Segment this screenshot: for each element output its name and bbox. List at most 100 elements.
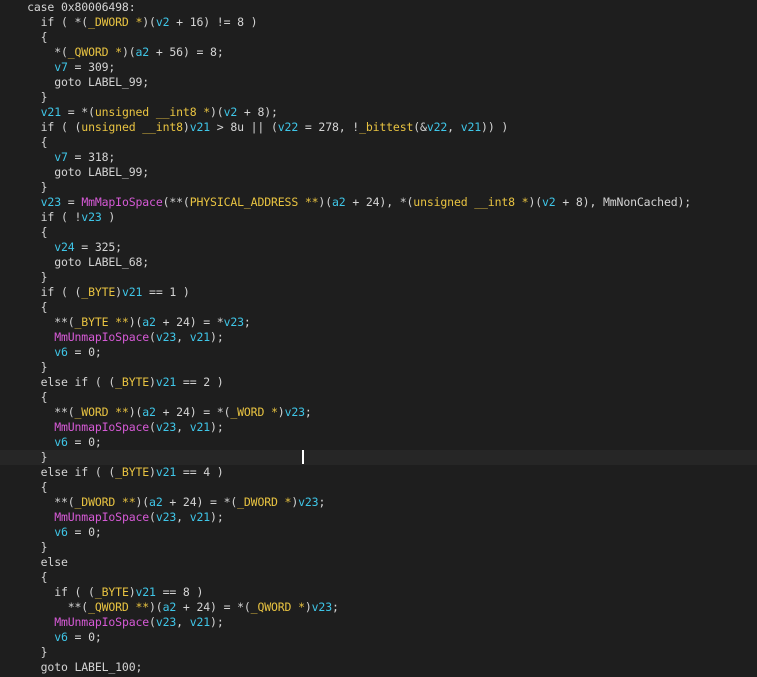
code-line[interactable]: } (0, 90, 757, 105)
code-token-func: MmMapIoSpace (81, 195, 163, 209)
code-line[interactable]: if ( (_BYTE)v21 == 8 ) (0, 585, 757, 600)
code-line[interactable]: if ( (unsigned __int8)v21 > 8u || (v22 =… (0, 120, 757, 135)
code-line[interactable]: else if ( (_BYTE)v21 == 2 ) (0, 375, 757, 390)
code-token-plain: ) (149, 375, 156, 389)
code-token-plain: goto LABEL_100; (0, 660, 143, 674)
code-line[interactable]: case 0x80006498: (0, 0, 757, 15)
code-token-type: PHYSICAL_ADDRESS ** (189, 195, 319, 209)
code-token-plain: ); (210, 615, 224, 629)
code-token-plain: if ( ( (0, 585, 95, 599)
code-line[interactable]: else if ( (_BYTE)v21 == 4 ) (0, 465, 757, 480)
code-token-plain: = 278, ! (298, 120, 360, 134)
code-line[interactable]: { (0, 30, 757, 45)
code-line[interactable]: } (0, 360, 757, 375)
code-token-plain: } (0, 180, 48, 194)
code-token-plain: , (447, 120, 461, 134)
code-token-plain: = 0; (67, 525, 102, 539)
code-line[interactable]: } (0, 450, 757, 465)
code-line[interactable]: **(_BYTE **)(a2 + 24) = *v23; (0, 315, 757, 330)
code-token-plain: == 2 ) (176, 375, 224, 389)
code-line[interactable]: goto LABEL_100; (0, 660, 757, 675)
code-line[interactable]: MmUnmapIoSpace(v23, v21); (0, 330, 757, 345)
code-token-plain: ( (149, 420, 156, 434)
code-line[interactable]: v7 = 309; (0, 60, 757, 75)
code-line[interactable]: { (0, 135, 757, 150)
code-token-var: v23 (155, 510, 177, 524)
code-token-plain: { (0, 30, 48, 44)
code-token-func: MmUnmapIoSpace (54, 615, 150, 629)
code-token-plain: **( (0, 495, 75, 509)
code-line[interactable]: v21 = *(unsigned __int8 *)(v2 + 8); (0, 105, 757, 120)
code-token-plain: ; (331, 600, 339, 614)
code-line[interactable]: MmUnmapIoSpace(v23, v21); (0, 510, 757, 525)
code-line[interactable]: if ( !v23 ) (0, 210, 757, 225)
code-line[interactable]: { (0, 300, 757, 315)
code-line[interactable]: goto LABEL_68; (0, 255, 757, 270)
code-line[interactable]: v6 = 0; (0, 630, 757, 645)
code-token-plain: if ( ! (0, 210, 82, 224)
code-line[interactable]: v6 = 0; (0, 345, 757, 360)
code-line[interactable]: else (0, 555, 757, 570)
code-line[interactable]: v6 = 0; (0, 435, 757, 450)
code-token-var: v21 (155, 465, 177, 479)
code-line[interactable]: if ( *(_DWORD *)(v2 + 16) != 8 ) (0, 15, 757, 30)
code-token-type: _DWORD * (237, 495, 292, 509)
code-line[interactable]: { (0, 225, 757, 240)
code-token-plain: ( (149, 615, 156, 629)
code-token-plain: + 24) = *( (162, 495, 238, 509)
code-token-plain: = 0; (67, 435, 102, 449)
code-token-type: _DWORD ** (74, 495, 136, 509)
code-token-var: v21 (189, 330, 211, 344)
code-line[interactable]: } (0, 645, 757, 660)
code-token-plain: if ( ( (0, 285, 82, 299)
code-token-plain: if ( *( (0, 15, 89, 29)
code-token-plain: else (0, 555, 68, 569)
code-line[interactable]: v24 = 325; (0, 240, 757, 255)
code-token-var: v21 (155, 375, 177, 389)
code-token-plain: } (0, 270, 48, 284)
code-line[interactable]: v7 = 318; (0, 150, 757, 165)
code-line[interactable]: { (0, 390, 757, 405)
code-token-plain: ) (115, 285, 122, 299)
code-line[interactable]: v23 = MmMapIoSpace(**(PHYSICAL_ADDRESS *… (0, 195, 757, 210)
code-line[interactable]: *(_QWORD *)(a2 + 56) = 8; (0, 45, 757, 60)
code-token-var: a2 (142, 315, 156, 329)
code-token-plain: goto LABEL_68; (0, 255, 150, 269)
code-token-plain: )( (149, 600, 163, 614)
code-line[interactable]: { (0, 480, 757, 495)
code-lines: case 0x80006498: if ( *(_DWORD *)(v2 + 1… (0, 0, 757, 675)
code-line[interactable]: MmUnmapIoSpace(v23, v21); (0, 420, 757, 435)
code-token-var: v23 (284, 405, 305, 419)
code-token-plain: + 16) != 8 ) (169, 15, 258, 29)
code-line[interactable]: **(_DWORD **)(a2 + 24) = *(_DWORD *)v23; (0, 495, 757, 510)
code-token-plain: ) (182, 120, 190, 134)
code-line[interactable]: MmUnmapIoSpace(v23, v21); (0, 615, 757, 630)
code-line[interactable]: } (0, 180, 757, 195)
code-token-var: v2 (223, 105, 238, 119)
code-line[interactable]: goto LABEL_99; (0, 165, 757, 180)
code-token-plain: } (0, 90, 48, 104)
code-token-var: v7 (54, 60, 68, 74)
code-token-func: MmUnmapIoSpace (54, 420, 150, 434)
pseudocode-view[interactable]: case 0x80006498: if ( *(_DWORD *)(v2 + 1… (0, 0, 757, 677)
code-token-plain: = 0; (67, 630, 102, 644)
code-line[interactable]: goto LABEL_99; (0, 75, 757, 90)
code-token-var: v23 (311, 600, 332, 614)
code-line[interactable]: **(_QWORD **)(a2 + 24) = *(_QWORD *)v23; (0, 600, 757, 615)
code-token-plain: )( (128, 315, 143, 329)
code-token-plain: { (0, 135, 48, 149)
code-token-var: v21 (189, 420, 211, 434)
code-line[interactable]: if ( (_BYTE)v21 == 1 ) (0, 285, 757, 300)
code-line[interactable]: } (0, 540, 757, 555)
code-token-plain: ( (149, 330, 156, 344)
code-line[interactable]: } (0, 270, 757, 285)
code-line[interactable]: v6 = 0; (0, 525, 757, 540)
code-token-plain: { (0, 480, 48, 494)
code-line[interactable]: **(_WORD **)(a2 + 24) = *(_WORD *)v23; (0, 405, 757, 420)
code-line[interactable]: { (0, 570, 757, 585)
code-token-var: a2 (149, 495, 163, 509)
code-token-plain: , (176, 615, 190, 629)
code-token-type: _BYTE (115, 465, 150, 479)
